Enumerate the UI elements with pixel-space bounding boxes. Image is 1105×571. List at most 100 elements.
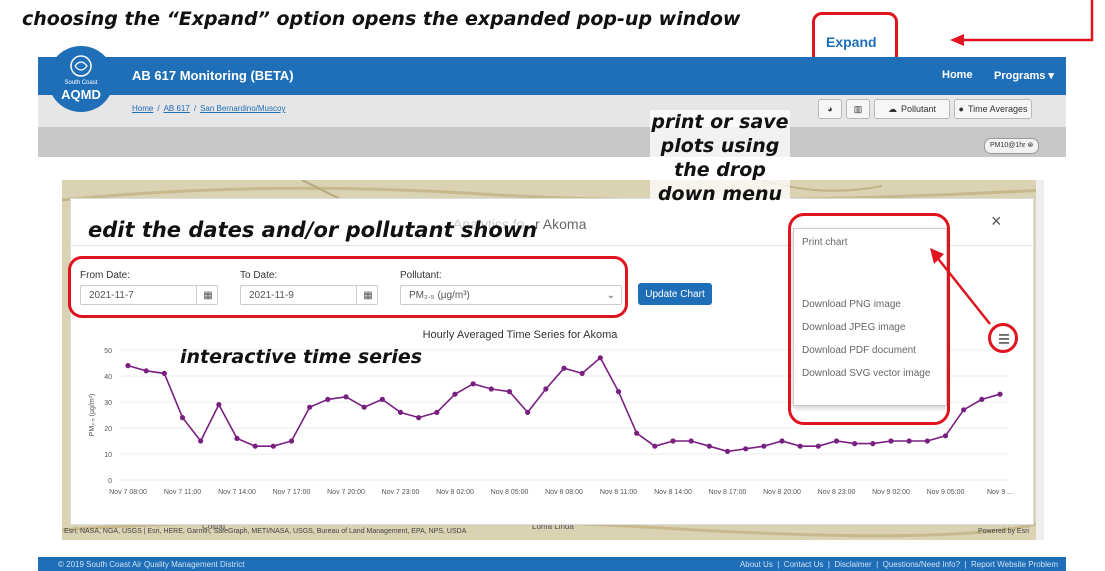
form-highlight [68, 256, 628, 318]
data-point [634, 430, 640, 436]
y-tick-label: 40 [104, 374, 112, 381]
filter-bar [38, 127, 1066, 157]
data-point [942, 433, 949, 439]
factory-icon: ☁ [887, 103, 897, 114]
menu-arrow [930, 248, 991, 325]
x-tick-label: Nov 7 14:00 [218, 489, 256, 496]
data-point [888, 438, 894, 444]
x-tick-label: Nov 9 ... [987, 489, 1013, 496]
x-tick-label: Nov 8 02:00 [436, 489, 474, 496]
data-point [615, 389, 622, 395]
data-point [924, 438, 930, 444]
data-point [597, 355, 603, 361]
data-point [561, 365, 567, 371]
data-point [706, 443, 712, 449]
x-tick-label: Nov 9 05:00 [927, 489, 965, 496]
data-point [906, 438, 912, 444]
data-point [307, 404, 313, 410]
breadcrumb-home[interactable]: Home [132, 104, 153, 113]
aqmd-logo[interactable]: South Coast AQMD [48, 46, 114, 112]
data-point [979, 396, 985, 402]
data-point [434, 409, 440, 415]
x-tick-label: Nov 8 20:00 [763, 489, 801, 496]
data-point [234, 435, 240, 441]
time-averages-button[interactable]: ● Time Averages [954, 99, 1032, 119]
logo-emblem-icon [70, 55, 92, 77]
nav-programs[interactable]: Programs ▾ [994, 69, 1054, 82]
breadcrumb: Home / AB 617/ San Bernardino/Muscoy [132, 104, 286, 113]
x-tick-label: Nov 7 11:00 [164, 489, 201, 496]
app-title: AB 617 Monitoring (BETA) [132, 68, 294, 83]
x-tick-label: Nov 7 20:00 [327, 489, 365, 496]
chart-title: Hourly Averaged Time Series for Akoma [423, 329, 619, 341]
data-point [506, 389, 513, 395]
map-button[interactable]: ▥ [846, 99, 870, 119]
footer-links[interactable]: About Us | Contact Us | Disclaimer | Que… [740, 560, 1058, 569]
data-point [270, 443, 276, 449]
data-point [397, 409, 404, 415]
data-point [361, 404, 367, 410]
footer-copyright: © 2019 South Coast Air Quality Managemen… [58, 560, 245, 569]
x-tick-label: Nov 8 23:00 [818, 489, 856, 496]
data-point [961, 407, 967, 413]
x-tick-label: Nov 7 17:00 [273, 489, 311, 496]
data-point [452, 391, 458, 397]
page-scrollbar[interactable] [1036, 180, 1044, 540]
page-footer: © 2019 South Coast Air Quality Managemen… [38, 557, 1066, 571]
pollutant-button[interactable]: ☁ Pollutant [874, 99, 950, 119]
data-point [525, 409, 531, 415]
x-tick-label: Nov 7 23:00 [382, 489, 420, 496]
data-point [670, 438, 676, 444]
data-point [343, 394, 349, 400]
update-chart-button[interactable]: Update Chart [638, 283, 712, 305]
data-point [579, 370, 585, 376]
map-attribution: Esri, NASA, NGA, USGS | Esri, HERE, Garm… [64, 528, 467, 535]
data-point [815, 443, 821, 449]
x-tick-label: Nov 8 11:00 [600, 489, 637, 496]
edit-annotation: edit the dates and/or pollutant shown [88, 218, 538, 242]
dashboard-button[interactable]: ◕ [818, 99, 842, 119]
breadcrumb-ab617[interactable]: AB 617 [164, 104, 190, 113]
breadcrumb-community[interactable]: San Bernardino/Muscoy [200, 104, 285, 113]
y-tick-label: 50 [104, 348, 112, 355]
expand-annotation: choosing the “Expand” option opens the e… [22, 8, 741, 30]
data-point [125, 363, 131, 369]
interactive-annotation: interactive time series [180, 346, 423, 368]
pollutant-chip[interactable]: PM10@1hr ⊗ [984, 138, 1040, 154]
data-point [143, 368, 149, 374]
data-point [833, 438, 840, 444]
logo-text-small: South Coast [64, 80, 98, 86]
data-point [379, 396, 385, 402]
data-point [761, 443, 767, 449]
clock-icon: ● [958, 104, 964, 114]
data-point [325, 396, 331, 402]
expand-arrow [950, 0, 1094, 46]
data-point [543, 386, 549, 392]
expand-button[interactable]: Expand [826, 34, 877, 50]
nav-home[interactable]: Home [942, 69, 973, 81]
modal-close-button[interactable]: × [991, 211, 1002, 232]
data-point [252, 443, 258, 449]
data-point [161, 370, 167, 376]
data-point [688, 438, 694, 444]
data-point [288, 438, 295, 444]
data-point [416, 415, 422, 421]
esri-powered: Powered by Esri [978, 528, 1029, 535]
map-icon: ▥ [853, 103, 863, 114]
data-point [852, 441, 858, 447]
data-point [652, 443, 658, 449]
data-point [198, 438, 204, 444]
data-point [797, 443, 803, 449]
data-point [997, 391, 1003, 397]
y-axis-label: PM₂.₅ (µg/m³) [89, 394, 96, 437]
y-tick-label: 30 [104, 400, 112, 407]
x-tick-label: Nov 7 08:00 [109, 489, 147, 496]
y-tick-label: 10 [104, 452, 112, 459]
logo-text-large: AQMD [61, 87, 101, 102]
x-tick-label: Nov 9 02:00 [872, 489, 910, 496]
data-point [724, 448, 731, 454]
data-point [743, 446, 749, 452]
data-point [470, 381, 476, 387]
gauge-icon: ◕ [827, 104, 833, 114]
data-point [870, 441, 876, 447]
